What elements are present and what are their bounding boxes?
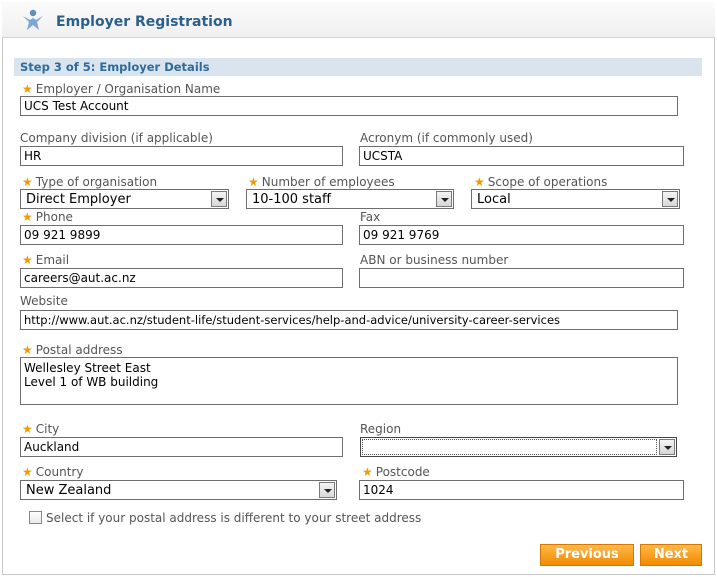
org-type-select[interactable]: Direct Employer	[20, 189, 229, 209]
division-label: Company division (if applicable)	[20, 131, 213, 145]
fax-label: Fax	[360, 210, 381, 224]
country-select[interactable]: New Zealand	[20, 480, 337, 500]
abn-input[interactable]	[359, 268, 684, 288]
required-star-icon: ★	[22, 210, 33, 224]
org-name-input[interactable]: UCS Test Account	[20, 96, 678, 116]
website-label: Website	[20, 294, 68, 308]
num-employees-label: ★ Number of employees	[248, 175, 395, 189]
website-input[interactable]: http://www.aut.ac.nz/student-life/studen…	[20, 310, 678, 330]
city-input[interactable]: Auckland	[20, 437, 343, 457]
required-star-icon: ★	[22, 253, 33, 267]
step-indicator: Step 3 of 5: Employer Details	[14, 58, 702, 76]
fax-input[interactable]: 09 921 9769	[359, 225, 684, 245]
chevron-down-icon[interactable]	[319, 482, 335, 498]
scope-value: Local	[477, 192, 511, 207]
acronym-label: Acronym (if commonly used)	[360, 131, 533, 145]
country-label: ★ Country	[22, 465, 84, 479]
org-type-label: ★ Type of organisation	[22, 175, 158, 189]
chevron-down-icon[interactable]	[211, 191, 227, 207]
region-label: Region	[360, 422, 402, 436]
org-name-label: ★ Employer / Organisation Name	[22, 82, 221, 96]
required-star-icon: ★	[22, 175, 33, 189]
required-star-icon: ★	[474, 175, 485, 189]
postal-address-label: ★ Postal address	[22, 343, 123, 357]
required-star-icon: ★	[22, 422, 33, 436]
scope-label: ★ Scope of operations	[474, 175, 608, 189]
scope-select[interactable]: Local	[471, 189, 680, 209]
acronym-input[interactable]: UCSTA	[359, 146, 684, 166]
page-title: Employer Registration	[56, 14, 233, 30]
different-address-checkbox[interactable]	[29, 511, 42, 524]
required-star-icon: ★	[362, 465, 373, 479]
phone-input[interactable]: 09 921 9899	[20, 225, 343, 245]
phone-label: ★ Phone	[22, 210, 73, 224]
city-label: ★ City	[22, 422, 60, 436]
postcode-label: ★ Postcode	[362, 465, 430, 479]
chevron-down-icon[interactable]	[659, 439, 675, 455]
email-field[interactable]: careers@aut.ac.nz	[20, 268, 343, 288]
region-select[interactable]	[360, 437, 677, 457]
required-star-icon: ★	[248, 175, 259, 189]
chevron-down-icon[interactable]	[436, 191, 452, 207]
chevron-down-icon[interactable]	[662, 191, 678, 207]
required-star-icon: ★	[22, 343, 33, 357]
step-text: Step 3 of 5: Employer Details	[20, 60, 210, 74]
country-value: New Zealand	[26, 483, 112, 498]
num-employees-select[interactable]: 10-100 staff	[246, 189, 454, 209]
postal-address-textarea[interactable]: Wellesley Street East Level 1 of WB buil…	[20, 357, 678, 405]
focus-ring	[362, 439, 657, 455]
previous-button[interactable]: Previous	[540, 544, 634, 566]
person-star-icon	[20, 8, 46, 32]
header-bar: Employer Registration	[2, 2, 715, 38]
different-address-label[interactable]: Select if your postal address is differe…	[46, 511, 421, 525]
abn-label: ABN or business number	[360, 253, 509, 267]
division-input[interactable]: HR	[20, 146, 343, 166]
postcode-input[interactable]: 1024	[359, 480, 684, 500]
required-star-icon: ★	[22, 82, 33, 96]
num-employees-value: 10-100 staff	[252, 192, 331, 207]
org-type-value: Direct Employer	[26, 192, 131, 207]
required-star-icon: ★	[22, 465, 33, 479]
email-label: ★ Email	[22, 253, 70, 267]
next-button[interactable]: Next	[640, 544, 702, 566]
